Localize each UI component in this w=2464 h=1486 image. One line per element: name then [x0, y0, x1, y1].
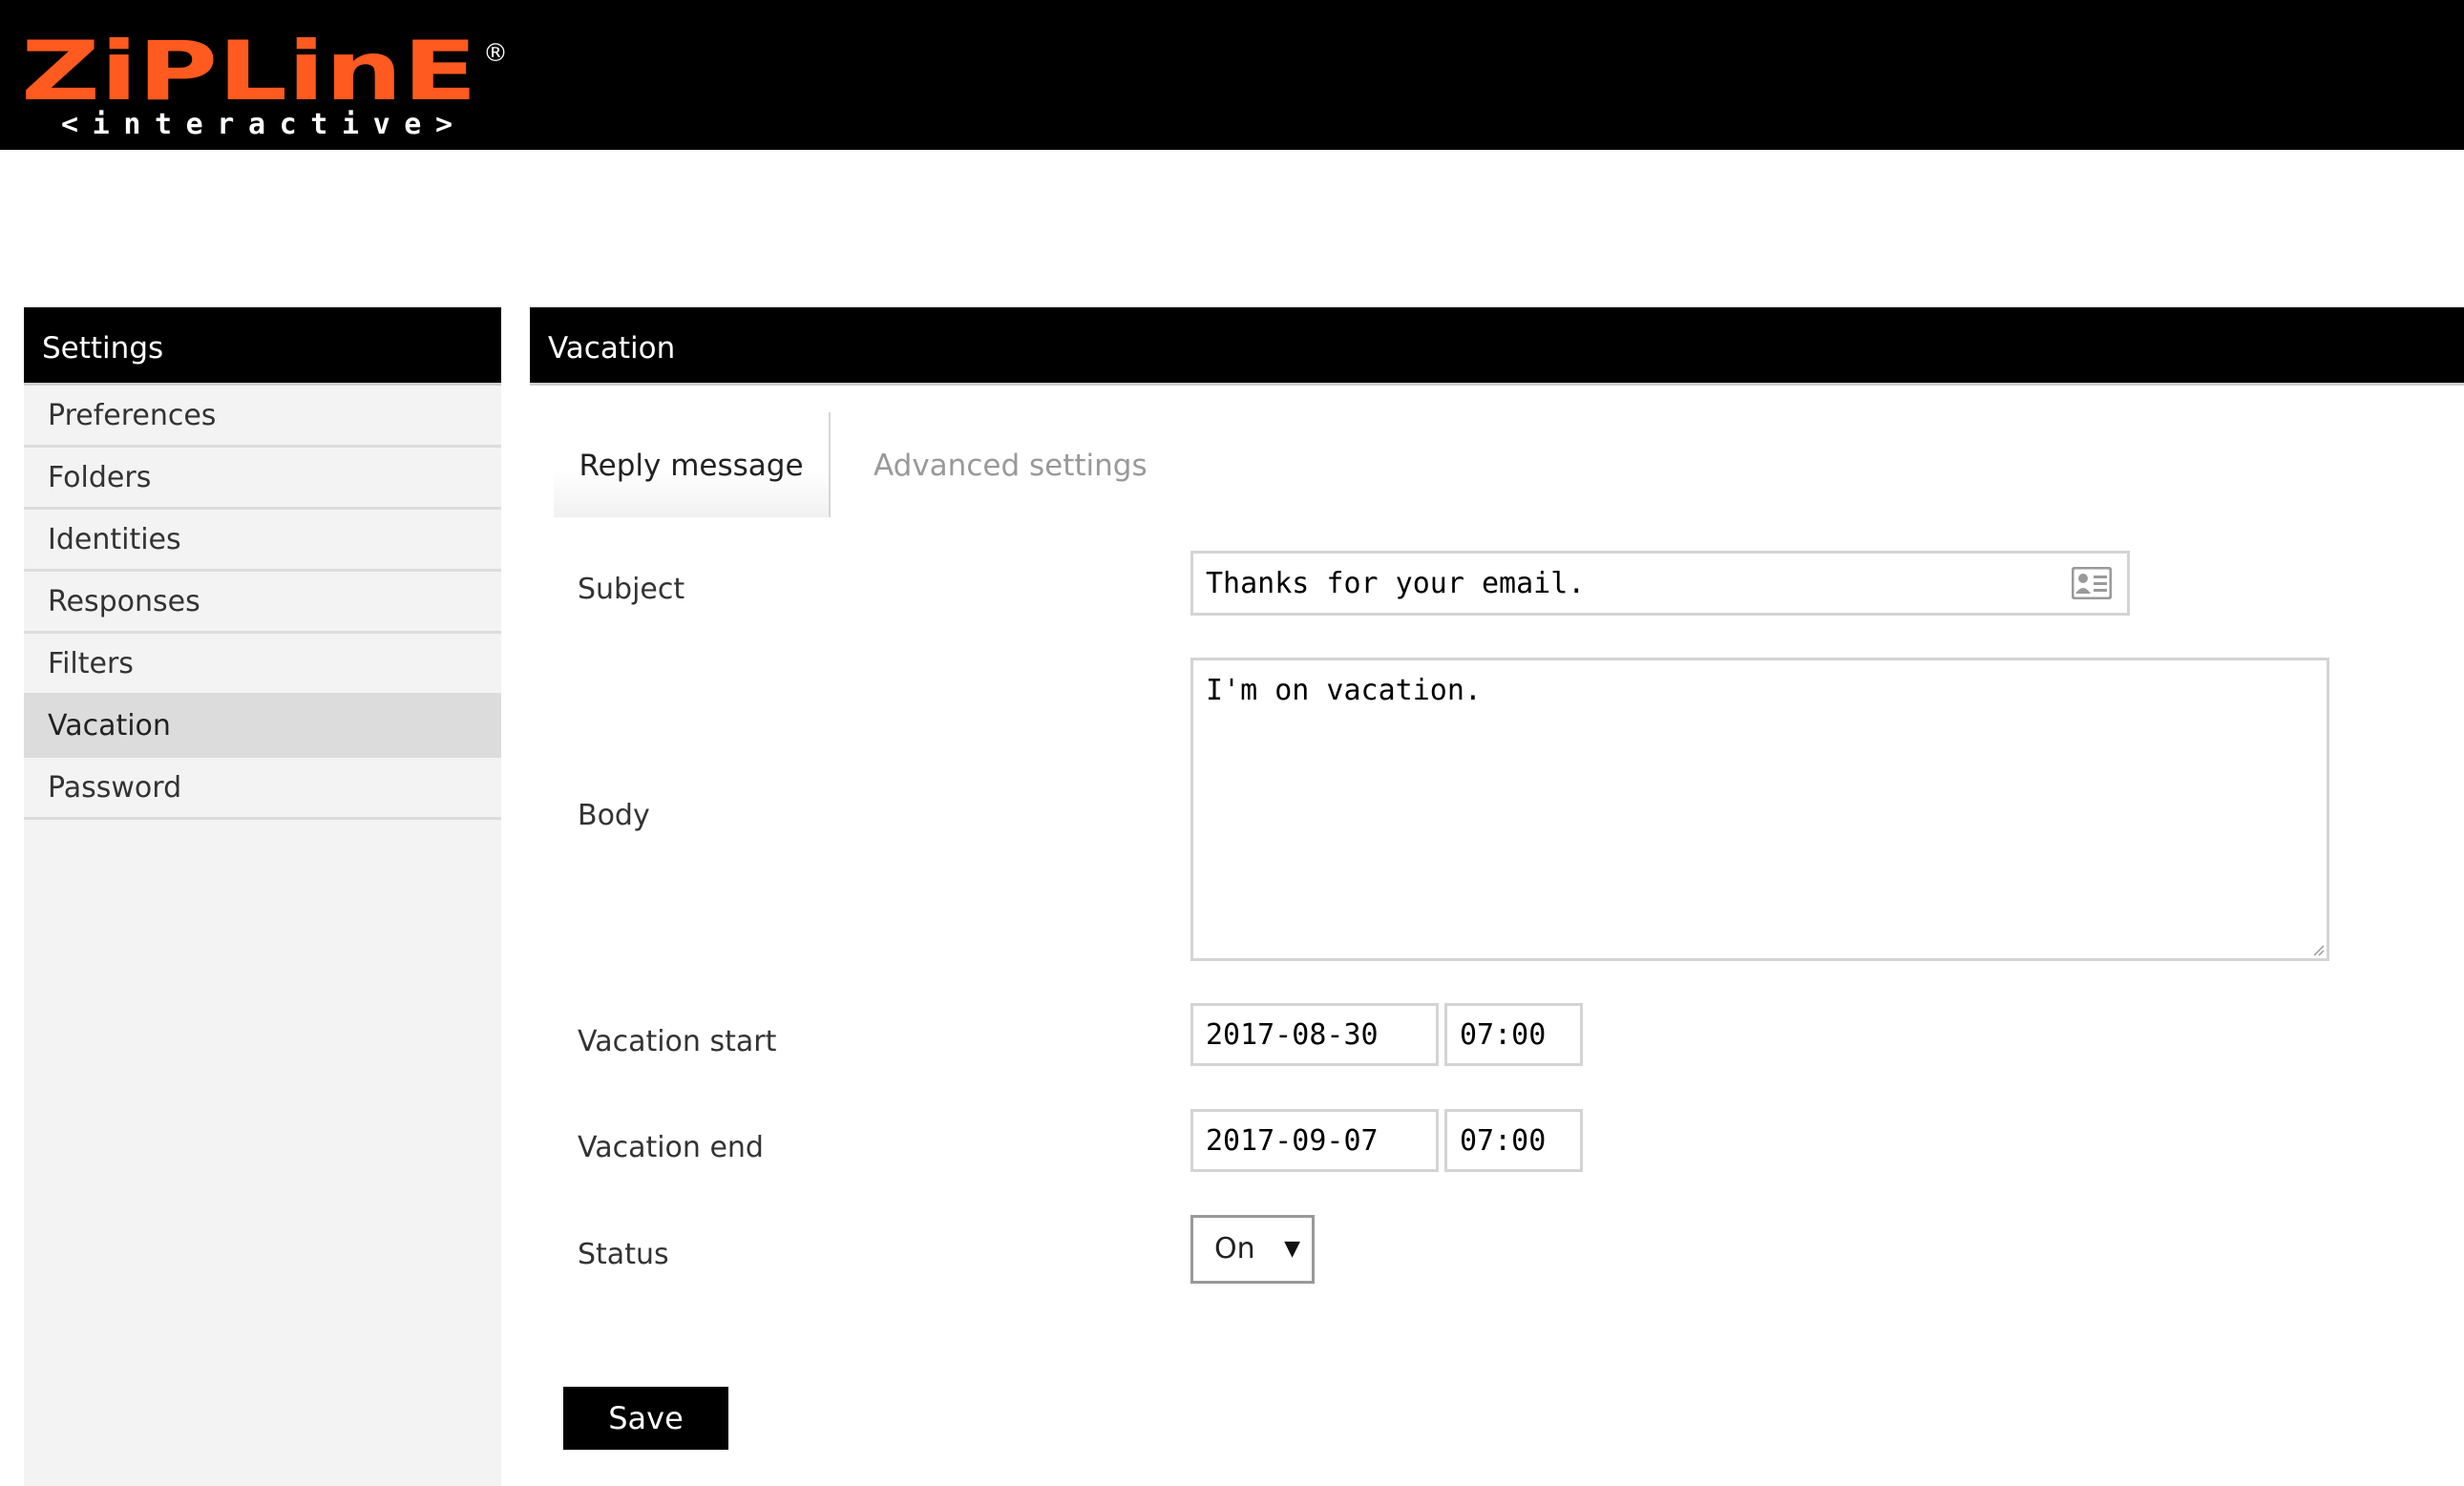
sidebar-item-folders[interactable]: Folders: [24, 448, 501, 510]
settings-sidebar: Settings Preferences Folders Identities …: [24, 307, 501, 1486]
tab-reply-message[interactable]: Reply message: [554, 412, 831, 517]
body-label: Body: [578, 799, 650, 832]
dropdown-arrow-icon: ▼: [1284, 1237, 1300, 1261]
sidebar-item-responses[interactable]: Responses: [24, 572, 501, 634]
vacation-start-label: Vacation start: [578, 1025, 777, 1058]
vacation-start-date-value: 2017-08-30: [1206, 1017, 1379, 1052]
panel-title: Vacation: [530, 307, 2464, 386]
vacation-end-time-input[interactable]: 07:00: [1444, 1109, 1583, 1172]
resize-grip-icon[interactable]: [2311, 943, 2325, 956]
zipline-logo: ZiPLinE ® <interactive>: [21, 32, 508, 139]
vacation-start-date-input[interactable]: 2017-08-30: [1190, 1003, 1439, 1066]
contact-card-icon[interactable]: [2072, 567, 2112, 599]
sidebar-title: Settings: [24, 307, 501, 386]
vacation-panel: Vacation Reply message Advanced settings…: [530, 307, 2464, 1486]
save-button[interactable]: Save: [563, 1387, 728, 1450]
body-value: I'm on vacation.: [1206, 674, 1482, 707]
status-select[interactable]: On ▼: [1190, 1215, 1315, 1284]
status-value: On: [1214, 1232, 1255, 1266]
vacation-start-time-input[interactable]: 07:00: [1444, 1003, 1583, 1066]
vacation-start-time-value: 07:00: [1460, 1017, 1547, 1052]
body-textarea[interactable]: I'm on vacation.: [1190, 658, 2329, 961]
sidebar-item-identities[interactable]: Identities: [24, 510, 501, 572]
sidebar-item-vacation[interactable]: Vacation: [24, 696, 501, 758]
subject-input[interactable]: Thanks for your email.: [1190, 551, 2130, 616]
registered-mark: ®: [483, 39, 508, 68]
sidebar-item-preferences[interactable]: Preferences: [24, 386, 501, 448]
sidebar-item-filters[interactable]: Filters: [24, 634, 501, 696]
subject-label: Subject: [578, 573, 685, 606]
vacation-end-date-value: 2017-09-07: [1206, 1123, 1379, 1158]
sidebar-item-password[interactable]: Password: [24, 758, 501, 820]
status-label: Status: [578, 1238, 669, 1271]
vacation-end-date-input[interactable]: 2017-09-07: [1190, 1109, 1439, 1172]
logo-wordmark: ZiPLinE: [21, 32, 477, 119]
top-header: ZiPLinE ® <interactive>: [0, 0, 2464, 150]
settings-nav: Preferences Folders Identities Responses…: [24, 386, 501, 820]
vacation-end-time-value: 07:00: [1460, 1123, 1547, 1158]
tab-advanced-settings[interactable]: Advanced settings: [845, 412, 1150, 517]
vacation-end-label: Vacation end: [578, 1131, 764, 1164]
subject-value: Thanks for your email.: [1206, 566, 1586, 600]
